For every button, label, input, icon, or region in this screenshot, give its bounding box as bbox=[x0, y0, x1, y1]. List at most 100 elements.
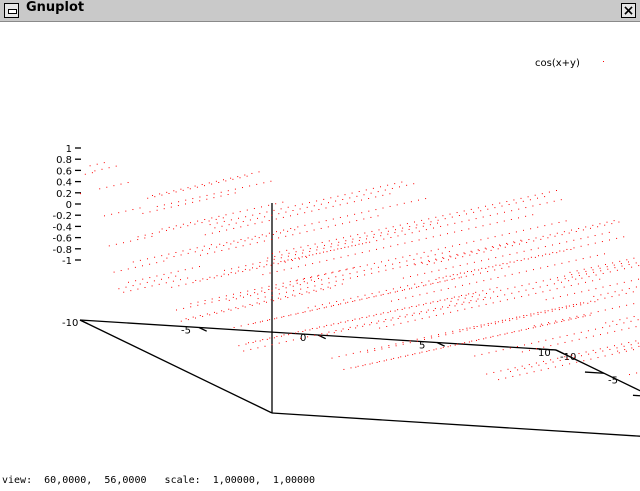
surface-point bbox=[475, 226, 477, 228]
surface-point bbox=[272, 233, 274, 235]
surface-point bbox=[183, 307, 185, 309]
surface-point bbox=[512, 375, 514, 377]
surface-point bbox=[481, 353, 483, 355]
surface-point bbox=[573, 305, 575, 307]
surface-point bbox=[299, 232, 301, 234]
surface-point bbox=[239, 177, 241, 179]
surface-point bbox=[518, 208, 520, 210]
surface-point bbox=[561, 281, 562, 283]
surface-point bbox=[399, 262, 401, 264]
surface-point bbox=[488, 266, 490, 268]
surface-point bbox=[149, 211, 151, 213]
surface-point bbox=[266, 338, 268, 340]
surface-point bbox=[495, 257, 497, 259]
surface-point bbox=[559, 250, 561, 252]
surface-point bbox=[268, 204, 270, 206]
surface-point bbox=[427, 255, 429, 257]
surface-point bbox=[247, 293, 248, 295]
surface-point bbox=[385, 269, 387, 271]
surface-point bbox=[163, 204, 165, 206]
surface-point bbox=[482, 290, 484, 292]
surface-point bbox=[168, 193, 170, 195]
surface-point bbox=[373, 315, 375, 317]
surface-point bbox=[366, 238, 367, 240]
surface-point bbox=[349, 221, 351, 223]
surface-point bbox=[311, 276, 313, 278]
surface-point bbox=[115, 165, 117, 167]
surface-point bbox=[545, 363, 547, 365]
surface-point bbox=[440, 225, 442, 227]
surface-point bbox=[166, 191, 168, 193]
surface-point bbox=[168, 226, 170, 228]
surface-point bbox=[425, 302, 427, 304]
surface-point bbox=[365, 242, 367, 244]
surface-point bbox=[425, 237, 427, 239]
surface-point bbox=[308, 292, 310, 294]
surface-point bbox=[366, 316, 368, 318]
surface-point bbox=[333, 304, 334, 306]
surface-point bbox=[202, 315, 204, 317]
surface-point bbox=[573, 239, 575, 241]
surface-point bbox=[522, 200, 524, 202]
surface-point bbox=[581, 277, 583, 279]
surface-point bbox=[392, 268, 394, 270]
surface-point bbox=[393, 357, 395, 359]
surface-point bbox=[616, 237, 618, 239]
surface-point bbox=[290, 227, 292, 229]
surface-point bbox=[313, 229, 315, 231]
surface-point bbox=[473, 326, 475, 328]
surface-point bbox=[483, 280, 485, 282]
surface-point bbox=[624, 349, 626, 351]
surface-point bbox=[616, 347, 618, 349]
surface-point bbox=[349, 273, 351, 275]
surface-point bbox=[390, 358, 392, 360]
surface-point bbox=[187, 187, 189, 189]
surface-point bbox=[313, 289, 315, 291]
surface-point bbox=[365, 189, 367, 191]
surface-point bbox=[251, 238, 253, 240]
surface-point bbox=[390, 245, 392, 247]
surface-point bbox=[232, 212, 234, 214]
surface-point bbox=[378, 361, 380, 363]
surface-point bbox=[497, 276, 499, 278]
surface-point bbox=[156, 262, 158, 264]
surface-point bbox=[287, 259, 289, 261]
surface-point bbox=[636, 372, 638, 374]
surface-point bbox=[299, 258, 300, 260]
surface-point bbox=[564, 341, 566, 343]
surface-point bbox=[499, 300, 501, 302]
surface-point bbox=[424, 339, 425, 341]
plot-canvas[interactable]: -10-50510-10-5051010.80.60.40.20-0.2-0.4… bbox=[0, 22, 640, 472]
surface-point bbox=[156, 275, 158, 277]
surface-point bbox=[204, 303, 206, 305]
window-menu-icon[interactable] bbox=[4, 3, 19, 18]
surface-point bbox=[327, 286, 329, 288]
surface-point bbox=[623, 281, 625, 283]
surface-point bbox=[367, 351, 369, 353]
surface-point bbox=[462, 256, 464, 258]
surface-point bbox=[499, 244, 500, 246]
surface-point bbox=[628, 288, 630, 290]
surface-point bbox=[379, 327, 381, 329]
surface-point bbox=[178, 201, 180, 203]
surface-point bbox=[296, 282, 298, 284]
surface-point bbox=[319, 326, 320, 328]
surface-point bbox=[458, 215, 460, 217]
surface-point bbox=[331, 272, 333, 274]
surface-point bbox=[547, 368, 549, 370]
z-tick-label: 0.8 bbox=[56, 155, 72, 166]
surface-point bbox=[316, 200, 318, 202]
surface-point bbox=[508, 266, 510, 268]
close-icon[interactable]: × bbox=[621, 3, 636, 19]
surface-point bbox=[578, 275, 580, 277]
surface-point bbox=[230, 272, 232, 274]
surface-point bbox=[526, 242, 528, 244]
surface-point bbox=[306, 231, 308, 233]
surface-point bbox=[189, 188, 191, 190]
surface-point bbox=[325, 306, 327, 308]
surface-point bbox=[101, 168, 103, 170]
surface-point bbox=[550, 359, 552, 361]
surface-point bbox=[285, 235, 287, 237]
surface-point bbox=[328, 282, 330, 284]
surface-point bbox=[206, 198, 208, 200]
